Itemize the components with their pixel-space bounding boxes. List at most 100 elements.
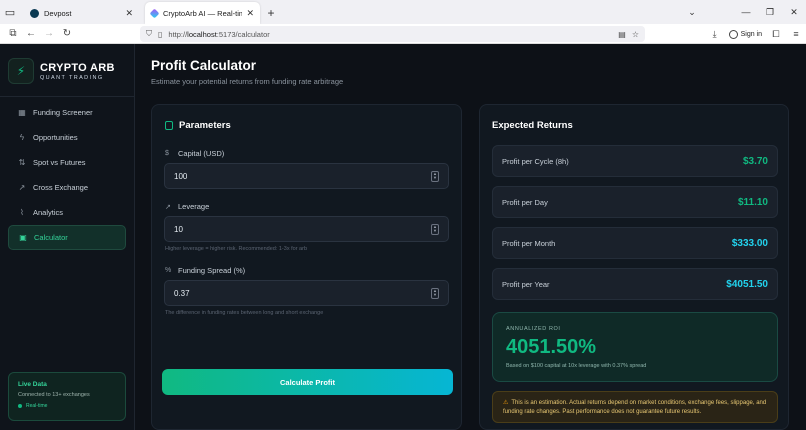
- return-row-day: Profit per Day $11.10: [492, 186, 778, 218]
- spread-stepper[interactable]: ▲ ▼: [431, 287, 439, 299]
- parameters-title-label: Parameters: [179, 120, 231, 131]
- url-host: localhost: [187, 29, 217, 39]
- return-row-cycle: Profit per Cycle (8h) $3.70: [492, 145, 778, 177]
- shield-icon[interactable]: ⛉: [146, 29, 152, 39]
- back-button[interactable]: ←: [22, 24, 40, 44]
- sign-in-label: Sign in: [740, 30, 762, 38]
- bookmark-star-icon[interactable]: ☆: [632, 30, 639, 39]
- sidebar-item-calculator[interactable]: ▣ Calculator: [8, 225, 126, 250]
- spread-label-text: Funding Spread (%): [178, 266, 246, 275]
- return-value: $333.00: [731, 237, 768, 249]
- url-prefix: http://: [168, 29, 188, 39]
- sidebar-item-label: Opportunities: [33, 133, 78, 142]
- roi-value: 4051.50%: [506, 336, 597, 358]
- browser-tab-bar: ▭ Devpost ✕ CryptoArb AI — Real-time Cry…: [0, 0, 806, 24]
- main-content: Profit Calculator Estimate your potentia…: [135, 44, 806, 430]
- leverage-value: 10: [174, 224, 183, 234]
- page-title: Profit Calculator: [151, 58, 257, 73]
- url-path: :5173/calculator: [216, 29, 270, 39]
- sidebar-item-label: Spot vs Futures: [33, 158, 86, 167]
- page-subtitle: Estimate your potential returns from fun…: [151, 77, 344, 86]
- grid-icon: ▦: [18, 108, 26, 117]
- parameters-card: Parameters $ Capital (USD) 100 ▲ ▼ ↗ Leve…: [151, 104, 462, 430]
- menu-icon[interactable]: ≡: [786, 29, 806, 39]
- expected-returns-title: Expected Returns: [492, 120, 573, 131]
- divider: [0, 96, 135, 97]
- maximize-button[interactable]: ❐: [758, 7, 782, 18]
- calculate-profit-button[interactable]: Calculate Profit: [162, 369, 453, 395]
- expected-returns-card: Expected Returns Profit per Cycle (8h) $…: [479, 104, 789, 430]
- return-value: $4051.50: [726, 278, 768, 290]
- browser-tab-devpost[interactable]: Devpost ✕: [24, 2, 139, 24]
- capital-label: $ Capital (USD): [165, 149, 224, 158]
- sidebar-item-label: Analytics: [33, 208, 64, 217]
- sidebar-item-analytics[interactable]: ⌇ Analytics: [8, 200, 126, 225]
- return-row-year: Profit per Year $4051.50: [492, 268, 778, 300]
- close-window-button[interactable]: ✕: [782, 7, 806, 18]
- sidebar-item-label: Calculator: [34, 233, 68, 242]
- minimize-button[interactable]: —: [734, 7, 758, 17]
- app-root: ⚡ CRYPTO ARB QUANT TRADING ▦ Funding Scr…: [0, 44, 806, 430]
- reader-view-icon[interactable]: ▤: [618, 30, 626, 39]
- browser-nav-bar: ⧉ ← → ↻ ⛉ ▯ http://localhost:5173/calcul…: [0, 24, 806, 44]
- downloads-icon[interactable]: ⤓: [705, 29, 725, 40]
- logo-title: CRYPTO ARB: [40, 61, 115, 74]
- warning-icon: ⚠: [503, 400, 509, 406]
- cryptoarb-favicon-icon: [149, 8, 160, 18]
- roi-label: ANNUALIZED ROI: [506, 326, 561, 332]
- live-status-dot-icon: [18, 404, 22, 408]
- capital-label-text: Capital (USD): [178, 149, 225, 158]
- tab-list-icon[interactable]: ▭: [0, 0, 20, 24]
- sidebar-toggle-icon[interactable]: ⧉: [4, 24, 22, 44]
- tab-close-icon[interactable]: ✕: [246, 8, 254, 19]
- browser-tab-cryptoarb[interactable]: CryptoArb AI — Real-time Cryp ✕: [145, 2, 260, 24]
- tab-overflow-chevron-icon[interactable]: ⌄: [680, 7, 704, 18]
- spread-label: % Funding Spread (%): [165, 266, 245, 275]
- new-tab-button[interactable]: +: [262, 2, 280, 24]
- return-label: Profit per Month: [502, 238, 556, 248]
- arrows-icon: ⇅: [18, 158, 26, 167]
- logo-bolt-icon: ⚡: [8, 58, 34, 84]
- logo-subtitle: QUANT TRADING: [40, 74, 104, 81]
- tab-title: Devpost: [44, 8, 72, 18]
- url-bar[interactable]: ⛉ ▯ http://localhost:5173/calculator ▤ ☆: [140, 26, 645, 42]
- account-icon: [728, 29, 738, 39]
- sidebar-item-funding-screener[interactable]: ▦ Funding Screener: [8, 100, 126, 125]
- sidebar: ⚡ CRYPTO ARB QUANT TRADING ▦ Funding Scr…: [0, 44, 135, 430]
- page-info-icon[interactable]: ▯: [158, 30, 162, 39]
- return-value: $11.10: [737, 196, 768, 208]
- sign-in-button[interactable]: Sign in: [728, 29, 762, 39]
- sidebar-item-opportunities[interactable]: ϟ Opportunities: [8, 125, 126, 150]
- return-value: $3.70: [742, 155, 768, 167]
- live-status-label: Real-time: [26, 403, 48, 409]
- calculator-icon: [165, 121, 173, 130]
- capital-stepper[interactable]: ▲ ▼: [431, 170, 439, 182]
- sidebar-item-spot-vs-futures[interactable]: ⇅ Spot vs Futures: [8, 150, 126, 175]
- extensions-icon[interactable]: ⧠: [766, 29, 786, 40]
- sidebar-item-cross-exchange[interactable]: ↗ Cross Exchange: [8, 175, 126, 200]
- return-label: Profit per Day: [502, 197, 548, 207]
- bolt-icon: ϟ: [19, 133, 25, 142]
- warning-text: This is an estimation. Actual returns de…: [503, 400, 767, 415]
- sidebar-item-label: Funding Screener: [33, 108, 93, 117]
- leverage-input[interactable]: 10 ▲ ▼: [164, 216, 449, 242]
- trend-icon: ↗: [18, 183, 26, 192]
- parameters-title: Parameters: [165, 120, 231, 131]
- estimation-warning: ⚠ This is an estimation. Actual returns d…: [492, 391, 778, 423]
- sidebar-item-label: Cross Exchange: [33, 183, 89, 192]
- capital-input[interactable]: 100 ▲ ▼: [164, 163, 449, 189]
- window-controls: ⌄ — ❐ ✕: [680, 0, 806, 24]
- live-data-title: Live Data: [18, 381, 47, 388]
- tab-close-icon[interactable]: ✕: [125, 8, 133, 19]
- forward-button[interactable]: →: [40, 24, 58, 44]
- spread-input[interactable]: 0.37 ▲ ▼: [164, 280, 449, 306]
- tab-title: CryptoArb AI — Real-time Cryp: [163, 8, 243, 18]
- live-status: Real-time: [18, 403, 116, 409]
- reload-button[interactable]: ↻: [58, 24, 76, 44]
- app-logo[interactable]: ⚡ CRYPTO ARB QUANT TRADING: [8, 54, 126, 88]
- return-label: Profit per Year: [502, 279, 550, 289]
- return-row-month: Profit per Month $333.00: [492, 227, 778, 259]
- leverage-stepper[interactable]: ▲ ▼: [431, 223, 439, 235]
- roi-note: Based on $100 capital at 10x leverage wi…: [506, 363, 647, 369]
- return-label: Profit per Cycle (8h): [502, 156, 569, 166]
